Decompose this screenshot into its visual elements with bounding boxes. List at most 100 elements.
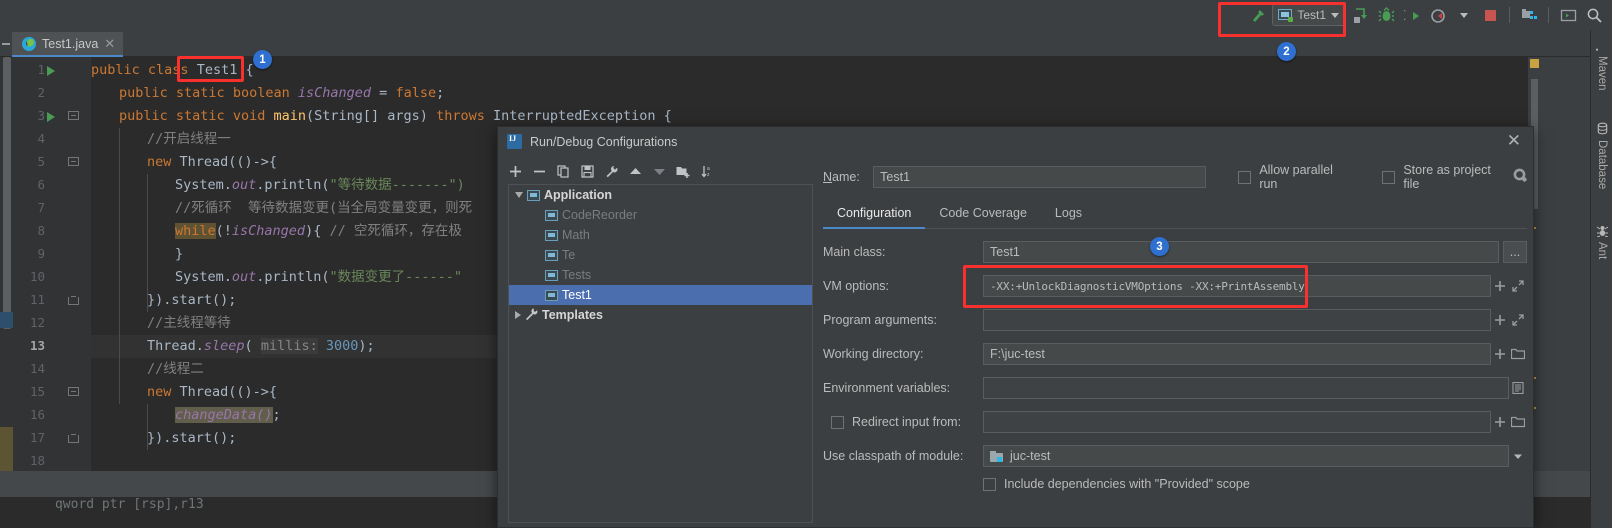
redirect-input-checkbox[interactable] [831, 415, 844, 429]
debug-icon[interactable] [1374, 3, 1398, 27]
code-folding-toggle[interactable] [68, 295, 79, 306]
edit-env-button[interactable] [1509, 378, 1527, 398]
tree-item-te[interactable]: Te [509, 245, 812, 265]
code-token: //线程二 [147, 361, 204, 377]
code-token: Thread(()->{ [171, 154, 278, 170]
scrollbar-thumb[interactable] [3, 57, 11, 329]
inspection-status-icon[interactable] [1530, 59, 1539, 68]
search-everywhere-icon[interactable] [1582, 3, 1606, 27]
tree-group-application[interactable]: Application [509, 185, 812, 205]
tree-group-templates[interactable]: Templates [509, 305, 812, 325]
checkbox-box[interactable] [1382, 170, 1396, 184]
insert-macro-button[interactable] [1491, 344, 1509, 364]
expand-button[interactable] [1509, 276, 1527, 296]
code-token: new [147, 384, 172, 400]
expand-button[interactable] [1509, 310, 1527, 330]
editor-left-scrollbar[interactable] [0, 57, 13, 471]
name-input[interactable]: Test1 [873, 166, 1207, 188]
checkbox-box[interactable] [983, 477, 996, 491]
code-folding-toggle[interactable] [68, 111, 79, 122]
tab-configuration[interactable]: Configuration [823, 202, 926, 229]
sidebar-label: Maven [1596, 56, 1608, 91]
editor-tab-test1-java[interactable]: Test1.java ✕ [12, 32, 124, 57]
code-token: out [231, 269, 257, 285]
project-structure-icon[interactable] [1517, 3, 1541, 27]
code-token: .println( [256, 269, 330, 285]
browse-ellipsis-button[interactable]: ... [1503, 241, 1527, 263]
tab-logs[interactable]: Logs [1041, 202, 1096, 228]
code-token: main [273, 108, 307, 124]
include-dependencies-checkbox[interactable]: Include dependencies with "Provided" sco… [983, 477, 1527, 491]
close-icon[interactable]: ✕ [1507, 132, 1521, 149]
allow-parallel-run-checkbox[interactable]: Allow parallel run [1238, 163, 1350, 191]
save-icon[interactable] [576, 161, 598, 181]
run-configuration-selector[interactable]: Test1 [1272, 4, 1346, 26]
chevron-down-icon[interactable] [515, 192, 523, 198]
sidebar-item-ant[interactable]: Ant [1591, 220, 1612, 259]
profiler-dropdown-icon[interactable] [1452, 3, 1476, 27]
input-redirect-input-from[interactable] [983, 411, 1491, 433]
code-folding-toggle[interactable] [68, 157, 79, 168]
copy-icon[interactable] [552, 161, 574, 181]
code-folding-toggle[interactable] [68, 433, 79, 444]
run-debug-configurations-dialog[interactable]: IJ Run/Debug Configurations ✕ a z Applic… [497, 126, 1534, 528]
chevron-down-icon [1331, 12, 1339, 18]
input-vm-options[interactable]: -XX:+UnlockDiagnosticVMOptions -XX:+Prin… [983, 275, 1491, 297]
tree-item-test1[interactable]: Test1 [509, 285, 812, 305]
browse-folder-button[interactable] [1509, 344, 1527, 364]
close-icon[interactable]: ✕ [104, 37, 115, 50]
profiler-icon[interactable] [1426, 3, 1450, 27]
configuration-tabs[interactable]: Configuration Code Coverage Logs [823, 202, 1527, 229]
code-line: }).start(); [147, 427, 236, 450]
run-icon[interactable] [1348, 3, 1372, 27]
configurations-tree[interactable]: Application CodeReorder Math Te Tests Test1 Te… [508, 184, 813, 523]
tree-item-codereorder[interactable]: CodeReorder [509, 205, 812, 225]
chevron-right-icon[interactable] [515, 311, 521, 319]
run-gutter-icon[interactable] [47, 112, 55, 122]
run-gutter-icon[interactable] [47, 66, 55, 76]
line-number: 2 [37, 85, 45, 100]
field-label: Redirect input from: [823, 415, 983, 429]
new-folder-icon[interactable] [672, 161, 694, 181]
move-up-icon[interactable] [624, 161, 646, 181]
insert-macro-button[interactable] [1491, 412, 1509, 432]
input-program-arguments[interactable] [983, 309, 1491, 331]
application-config-icon [545, 209, 558, 221]
checkbox-box[interactable] [1238, 170, 1252, 184]
build-hammer-icon[interactable] [1246, 3, 1270, 27]
sidebar-item-database[interactable]: Database [1591, 118, 1612, 189]
tree-item-tests[interactable]: Tests [509, 265, 812, 285]
code-folding-toggle[interactable] [68, 387, 79, 398]
dropdown-button[interactable] [1509, 446, 1527, 466]
tree-item-label: Test1 [562, 288, 592, 302]
field-wrapper [983, 309, 1527, 331]
editor-tab-label: Test1.java [42, 36, 99, 51]
line-number: 6 [37, 177, 45, 192]
tree-item-math[interactable]: Math [509, 225, 812, 245]
code-token: ( [244, 338, 261, 354]
dialog-title: Run/Debug Configurations [530, 134, 678, 149]
application-config-icon [545, 229, 558, 241]
run-with-coverage-icon[interactable] [1400, 3, 1424, 27]
gear-icon[interactable] [1513, 168, 1527, 187]
sort-alphabetically-icon[interactable]: a z [696, 161, 718, 181]
code-token: isChanged [231, 223, 306, 239]
input-use-classpath-of-module[interactable]: juc-test [983, 445, 1509, 467]
store-as-project-file-checkbox[interactable]: Store as project file [1382, 163, 1527, 191]
insert-macro-button[interactable] [1491, 276, 1509, 296]
input-environment-variables[interactable] [983, 377, 1509, 399]
tab-code-coverage[interactable]: Code Coverage [925, 202, 1041, 228]
browse-folder-button[interactable] [1509, 412, 1527, 432]
stop-icon[interactable] [1478, 3, 1502, 27]
editor-gutter[interactable]: 1 2 3 4 5 6 7 8 9 10 11 12 13 14 15 16 17 18 [13, 57, 91, 471]
remove-icon[interactable] [528, 161, 550, 181]
terminal-icon[interactable] [1556, 3, 1580, 27]
move-down-icon[interactable] [648, 161, 670, 181]
sidebar-item-maven[interactable]: m Maven [1591, 34, 1612, 91]
add-icon[interactable] [504, 161, 526, 181]
input-working-directory[interactable]: F:\juc-test [983, 343, 1491, 365]
edit-templates-icon[interactable] [600, 161, 622, 181]
insert-macro-button[interactable] [1491, 310, 1509, 330]
input-main-class[interactable]: Test1 [983, 241, 1499, 263]
